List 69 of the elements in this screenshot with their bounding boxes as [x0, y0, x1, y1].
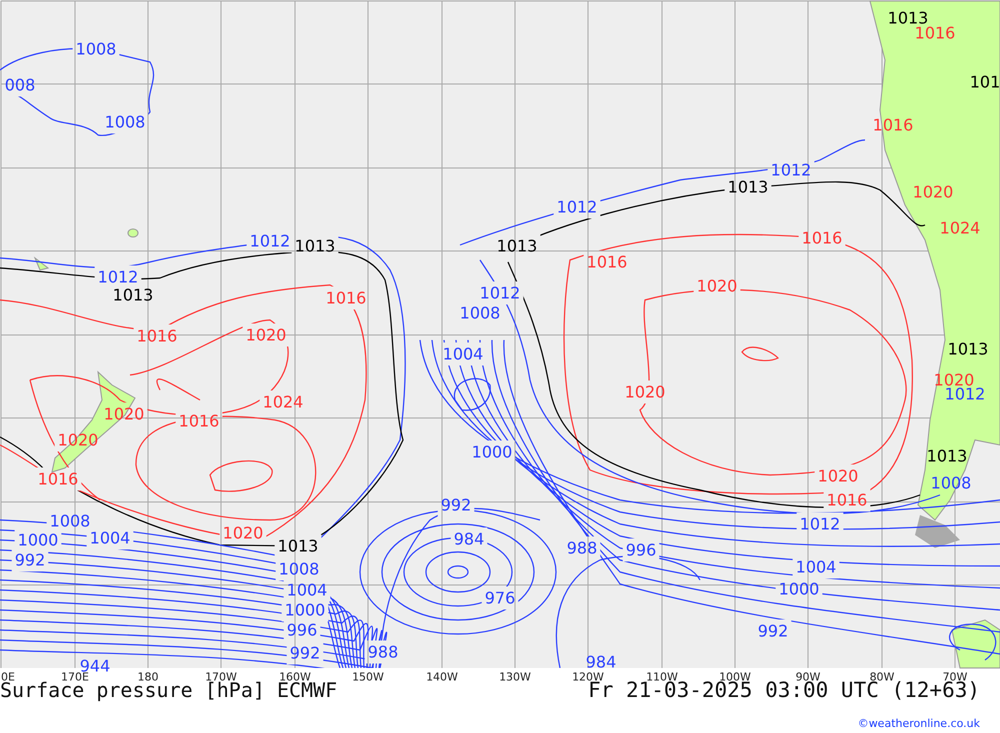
isobar-label: 1016 [826, 490, 868, 510]
isobar-label: 1008 [50, 512, 90, 530]
isobar-label: 1000 [284, 600, 326, 620]
isobar-label: 1020 [104, 404, 144, 424]
isobar-label: 1016 [586, 252, 628, 272]
isobar-label: 1013 [496, 236, 538, 256]
island-landmass [951, 619, 1000, 668]
island-landmass [34, 256, 50, 271]
isobar-label: 984 [586, 652, 616, 672]
longitude-label: 140W [426, 670, 458, 684]
isobar-label: 1012 [770, 160, 812, 180]
isobar-label: 1013 [278, 536, 318, 556]
isobar-label: 1000 [18, 530, 58, 550]
isobar-label: 1016 [136, 326, 178, 346]
island-landmass [128, 228, 138, 238]
isobar-label: 1012 [250, 232, 290, 250]
longitude-label: 0E [1, 670, 15, 684]
isobar-label: 1004 [286, 580, 328, 600]
isobar-label: 984 [454, 530, 484, 548]
isobar-label: 1020 [912, 182, 954, 202]
isobar-label: 1012 [556, 198, 598, 216]
isobar-label: 1013 [948, 340, 988, 358]
isobar-label: 1013 [112, 286, 154, 304]
copyright-credit: ©weatheronline.co.uk [858, 717, 980, 730]
isobar-label: 1020 [246, 326, 286, 344]
isobar-label: 1012 [98, 268, 138, 286]
isobar-label: 992 [758, 622, 788, 640]
isobar-label: 1008 [76, 40, 116, 58]
isobar-label: 1008 [104, 112, 146, 132]
isobar-label: 1012 [944, 384, 986, 404]
isobar-label: 988 [368, 642, 398, 662]
isobar-label: 992 [440, 496, 472, 514]
longitude-label: 180 [138, 670, 158, 684]
isobar-label: 1020 [222, 524, 264, 542]
isobar-label: 1008 [460, 304, 500, 322]
isobar-label: 992 [290, 644, 320, 662]
isobar-label: 1008 [930, 474, 972, 492]
isobar-label: 1013 [728, 178, 768, 196]
isobar-label: 101 [970, 72, 1000, 92]
isobar-label: 996 [626, 540, 656, 560]
longitude-label: 130W [499, 670, 531, 684]
isobar-label: 1013 [926, 446, 968, 466]
isobar-label: 976 [484, 588, 516, 608]
isobar-label: 1000 [472, 442, 512, 462]
isobar-label: 1020 [58, 430, 98, 450]
isobar-label: 996 [286, 620, 318, 640]
isobar-label: 1000 [778, 580, 820, 598]
isobar-label: 1016 [872, 116, 914, 134]
isobar-label: 1016 [38, 470, 78, 488]
isobar-label: 1004 [90, 528, 130, 548]
isobar-label: 1013 [294, 236, 336, 256]
isobar-label: 1016 [326, 288, 366, 308]
isobar-label: 1012 [800, 514, 840, 534]
isobar-label: 988 [566, 538, 598, 558]
isobar-label: 1016 [178, 412, 220, 430]
longitude-label: 160W [279, 670, 311, 684]
isobar-label: 1024 [940, 218, 980, 238]
isobar-label: 1008 [278, 560, 320, 578]
isobar-label: 1020 [624, 382, 666, 402]
isobar-label: 1004 [796, 558, 836, 576]
isobar-label: 1024 [262, 392, 304, 412]
isobar-label: 008 [4, 76, 36, 94]
longitude-label: 150W [352, 670, 384, 684]
isobar-label: 1016 [802, 228, 842, 248]
isobar-label: 1020 [818, 466, 858, 486]
isobar-label: 1004 [442, 344, 484, 364]
isobar-label: 1020 [696, 276, 738, 296]
isobar-label: 992 [14, 550, 46, 570]
isobar-label: 1012 [480, 284, 520, 302]
